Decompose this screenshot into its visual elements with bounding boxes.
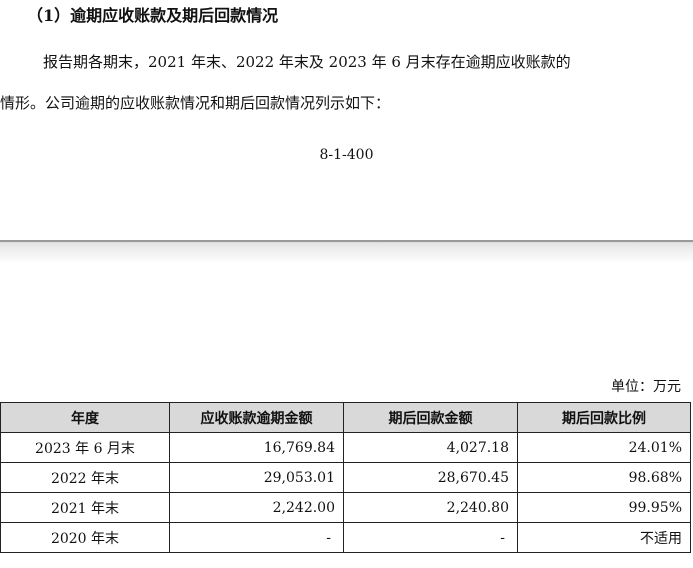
cell-collected-amount: 4,027.18 xyxy=(343,432,518,463)
page-break-edge xyxy=(0,240,693,242)
cell-collection-ratio: 99.95% xyxy=(517,492,691,523)
table-row: 2020 年末 - - 不适用 xyxy=(0,522,691,553)
cell-overdue-amount: 2,242.00 xyxy=(169,492,344,523)
unit-label: 单位：万元 xyxy=(611,379,681,395)
cell-overdue-amount: 29,053.01 xyxy=(169,462,344,493)
cell-collection-ratio: 不适用 xyxy=(517,522,691,553)
cell-year: 2021 年末 xyxy=(0,492,170,523)
page-break xyxy=(0,240,693,262)
cell-overdue-amount: - xyxy=(169,522,344,553)
overdue-receivables-table: 年度 应收账款逾期金额 期后回款金额 期后回款比例 2023 年 6 月末 16… xyxy=(0,402,691,553)
table-row: 2021 年末 2,242.00 2,240.80 99.95% xyxy=(0,492,691,523)
table-header-row: 年度 应收账款逾期金额 期后回款金额 期后回款比例 xyxy=(0,402,691,433)
cell-collected-amount: 28,670.45 xyxy=(343,462,518,493)
header-collected-amount: 期后回款金额 xyxy=(343,402,518,433)
header-overdue-amount: 应收账款逾期金额 xyxy=(169,402,344,433)
header-collection-ratio: 期后回款比例 xyxy=(517,402,691,433)
document-page-upper: （1）逾期应收账款及期后回款情况 报告期各期末，2021 年末、2022 年末及… xyxy=(0,0,693,240)
table-row: 2023 年 6 月末 16,769.84 4,027.18 24.01% xyxy=(0,432,691,463)
cell-collection-ratio: 24.01% xyxy=(517,432,691,463)
page-number: 8-1-400 xyxy=(319,147,374,163)
cell-year: 2022 年末 xyxy=(0,462,170,493)
cell-year: 2020 年末 xyxy=(0,522,170,553)
table-row: 2022 年末 29,053.01 28,670.45 98.68% xyxy=(0,462,691,493)
paragraph-line-1: 报告期各期末，2021 年末、2022 年末及 2023 年 6 月末存在逾期应… xyxy=(43,53,571,71)
cell-collected-amount: - xyxy=(343,522,518,553)
header-year: 年度 xyxy=(0,402,170,433)
cell-year: 2023 年 6 月末 xyxy=(0,432,170,463)
paragraph-line-2: 情形。公司逾期的应收账款情况和期后回款情况列示如下： xyxy=(0,94,391,112)
cell-collected-amount: 2,240.80 xyxy=(343,492,518,523)
section-heading: （1）逾期应收账款及期后回款情况 xyxy=(27,6,279,25)
cell-overdue-amount: 16,769.84 xyxy=(169,432,344,463)
cell-collection-ratio: 98.68% xyxy=(517,462,691,493)
